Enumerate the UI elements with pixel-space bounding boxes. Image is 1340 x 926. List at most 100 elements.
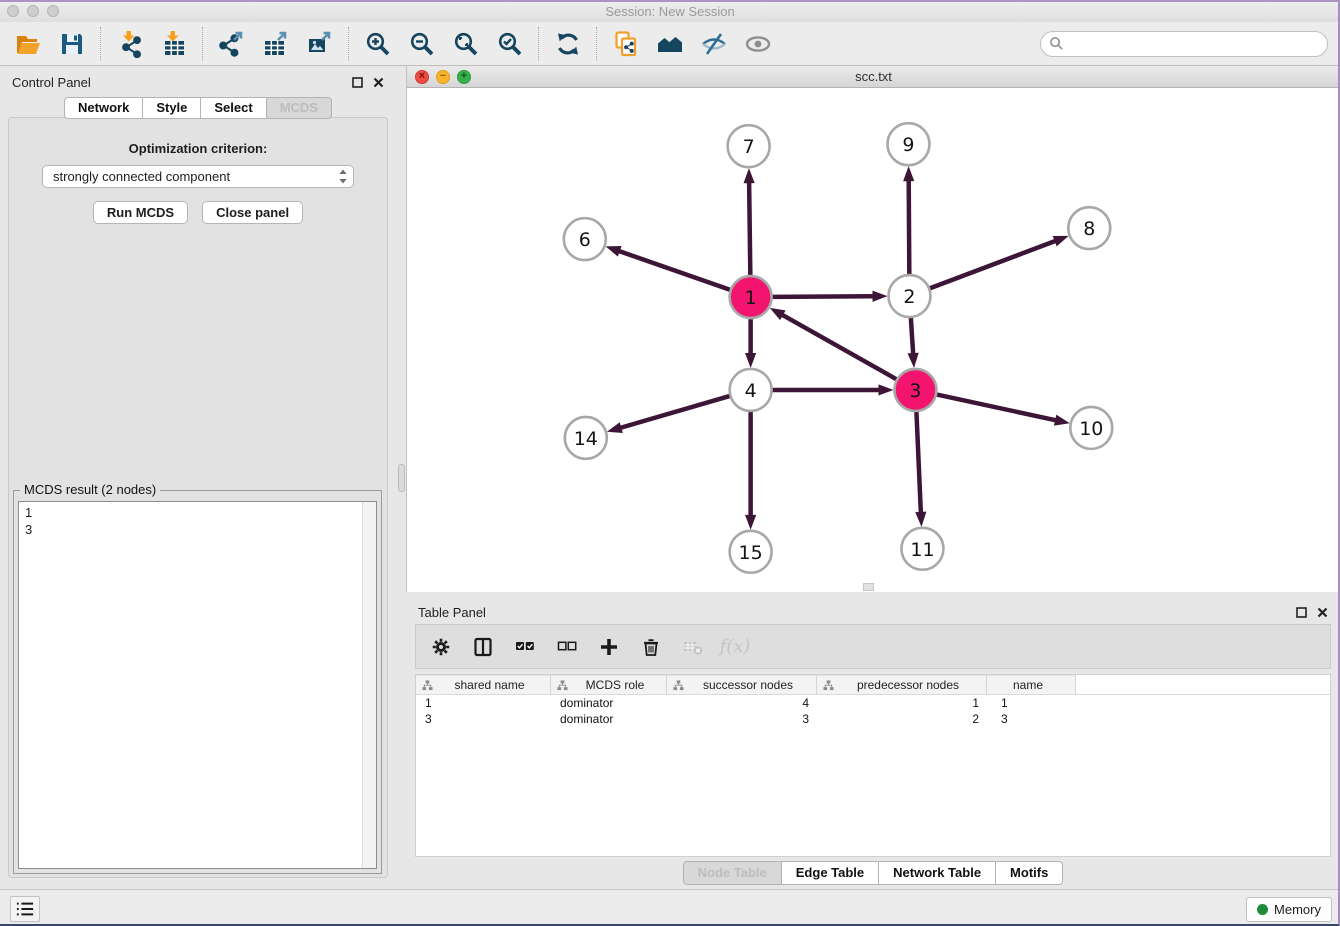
node-label: 15 [739, 542, 763, 564]
hide-selected-icon[interactable] [698, 28, 730, 60]
canvas-grip[interactable] [863, 583, 874, 591]
export-network-icon[interactable] [216, 28, 248, 60]
tab-select[interactable]: Select [200, 97, 266, 119]
settings-icon[interactable] [429, 635, 453, 659]
graph-edge-3-1[interactable] [781, 314, 896, 379]
search-input[interactable] [1064, 35, 1319, 52]
node-label: 14 [574, 428, 598, 450]
edge-arrowhead [1053, 236, 1069, 247]
column-header-predecessor-nodes[interactable]: predecessor nodes [817, 675, 987, 694]
table-cell: dominator [551, 712, 667, 726]
graph-node-3[interactable]: 3 [894, 369, 936, 411]
tab-network-table[interactable]: Network Table [878, 861, 996, 885]
tab-motifs[interactable]: Motifs [995, 861, 1063, 885]
graph-edge-1-6[interactable] [618, 251, 730, 290]
network-graph[interactable]: 7 9 6 8 1 2 4 3 14 10 15 11 [407, 88, 1340, 592]
graph-edge-1-2[interactable] [773, 296, 875, 297]
column-header-name[interactable]: name [987, 675, 1076, 694]
tab-node-table[interactable]: Node Table [683, 861, 782, 885]
edge-arrowhead [878, 384, 893, 395]
zoom-in-icon[interactable] [362, 28, 394, 60]
graph-edge-2-9[interactable] [909, 179, 910, 274]
delete-column-icon[interactable] [639, 635, 663, 659]
table-row[interactable]: 3dominator323 [416, 711, 1330, 727]
task-history-button[interactable] [10, 896, 40, 922]
edge-arrowhead [1054, 415, 1070, 426]
graph-edge-2-8[interactable] [930, 240, 1057, 288]
graph-node-1[interactable]: 1 [730, 276, 772, 318]
tab-edge-table[interactable]: Edge Table [781, 861, 879, 885]
close-panel-button[interactable]: Close panel [202, 201, 303, 224]
close-panel-icon[interactable] [373, 77, 384, 88]
control-panel: Control Panel NetworkStyleSelectMCDS Opt… [0, 66, 396, 888]
import-network-icon[interactable] [114, 28, 146, 60]
network-canvas[interactable]: 7 9 6 8 1 2 4 3 14 10 15 11 [407, 88, 1340, 592]
import-table-icon[interactable] [158, 28, 190, 60]
main-toolbar [0, 22, 1340, 66]
search-box[interactable] [1040, 31, 1328, 57]
add-column-icon[interactable] [597, 635, 621, 659]
run-mcds-button[interactable]: Run MCDS [93, 201, 188, 224]
home-icon[interactable] [654, 28, 686, 60]
zoom-selected-icon[interactable] [494, 28, 526, 60]
vertical-splitter[interactable] [396, 66, 406, 888]
graph-node-14[interactable]: 14 [565, 417, 607, 459]
result-scrollbar[interactable] [362, 502, 376, 868]
network-window-titlebar: × − + scc.txt [407, 66, 1340, 88]
search-icon [1049, 36, 1064, 51]
graph-node-6[interactable]: 6 [564, 218, 606, 260]
table-toolbar: f(x) [415, 624, 1331, 669]
split-panel-icon[interactable] [471, 635, 495, 659]
deselect-all-icon[interactable] [555, 635, 579, 659]
tab-style[interactable]: Style [142, 97, 201, 119]
graph-node-11[interactable]: 11 [901, 528, 943, 570]
column-header-successor-nodes[interactable]: successor nodes [667, 675, 817, 694]
edge-arrowhead [606, 246, 622, 257]
graph-node-4[interactable]: 4 [730, 369, 772, 411]
tab-network[interactable]: Network [64, 97, 143, 119]
graph-node-15[interactable]: 15 [730, 531, 772, 573]
graph-node-9[interactable]: 9 [887, 123, 929, 165]
save-session-icon[interactable] [56, 28, 88, 60]
graph-edge-3-10[interactable] [937, 395, 1057, 421]
table-panel: Table Panel f(x) shared nameMCDS rolesuc… [406, 596, 1340, 888]
show-all-icon[interactable] [742, 28, 774, 60]
float-panel-icon[interactable] [1296, 607, 1307, 618]
table-row[interactable]: 1dominator411 [416, 695, 1330, 711]
graph-node-10[interactable]: 10 [1070, 407, 1112, 449]
optimization-criterion-select[interactable]: strongly connected component [42, 165, 354, 188]
export-image-icon[interactable] [304, 28, 336, 60]
mcds-result-box[interactable]: 13 [18, 501, 377, 869]
column-header-MCDS-role[interactable]: MCDS role [551, 675, 667, 694]
graph-node-7[interactable]: 7 [728, 125, 770, 167]
graph-edge-2-3[interactable] [911, 318, 913, 355]
graph-edge-1-7[interactable] [749, 181, 750, 275]
refresh-icon[interactable] [552, 28, 584, 60]
float-panel-icon[interactable] [352, 77, 363, 88]
table-cell: 3 [667, 712, 817, 726]
zoom-fit-icon[interactable] [450, 28, 482, 60]
memory-button[interactable]: Memory [1246, 897, 1332, 922]
node-label: 9 [902, 134, 914, 156]
graph-edge-3-11[interactable] [916, 412, 920, 514]
tab-mcds[interactable]: MCDS [266, 97, 332, 119]
export-table-icon[interactable] [260, 28, 292, 60]
clone-network-icon[interactable] [610, 28, 642, 60]
control-panel-header: Control Panel [0, 66, 396, 92]
open-file-icon[interactable] [12, 28, 44, 60]
node-label: 1 [745, 287, 757, 309]
column-header-shared-name[interactable]: shared name [416, 675, 551, 694]
edge-arrowhead [745, 515, 756, 530]
graph-node-2[interactable]: 2 [888, 275, 930, 317]
graph-edge-4-14[interactable] [619, 396, 729, 428]
splitter-grip[interactable] [398, 464, 405, 492]
select-all-icon[interactable] [513, 635, 537, 659]
table-cell: 3 [987, 712, 1076, 726]
zoom-out-icon[interactable] [406, 28, 438, 60]
table-cell: 3 [416, 712, 551, 726]
control-panel-title: Control Panel [12, 75, 91, 90]
graph-node-8[interactable]: 8 [1068, 207, 1110, 249]
close-panel-icon[interactable] [1317, 607, 1328, 618]
edge-arrowhead [903, 166, 914, 181]
edge-arrowhead [915, 512, 926, 527]
